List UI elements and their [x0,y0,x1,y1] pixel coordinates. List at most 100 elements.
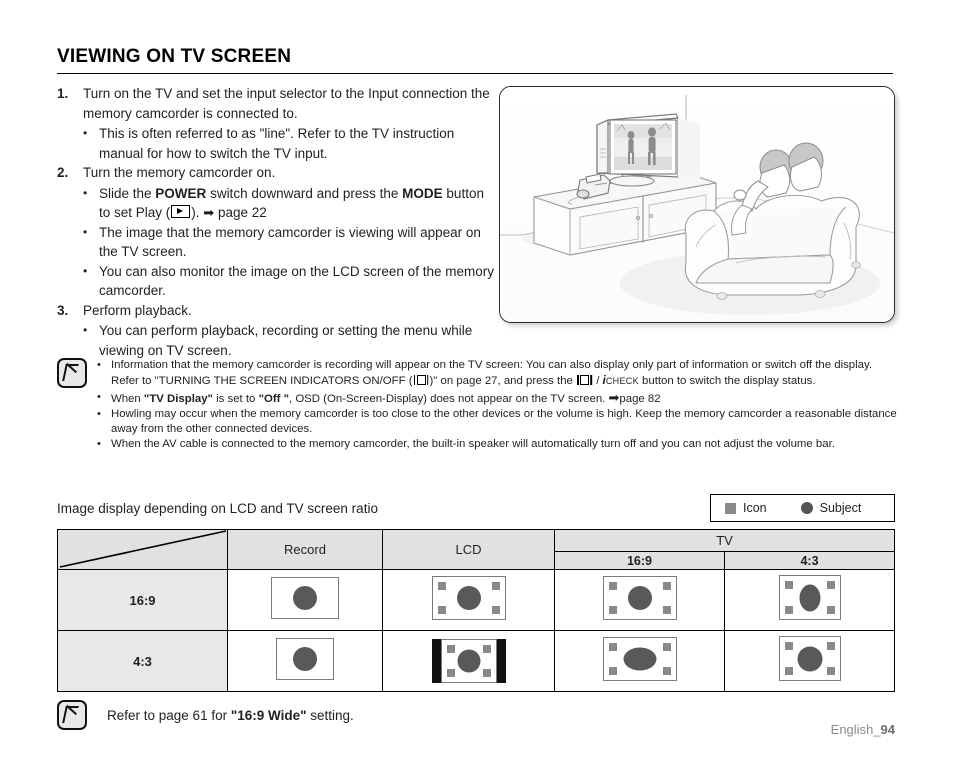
emphasis-text: "16:9 Wide" [230,707,307,723]
bullet-icon: • [97,407,101,420]
note-bullet-text: When "TV Display" is set to "Off ", OSD … [111,390,897,407]
subject-blob [456,585,481,610]
check-label: CHECK [605,376,639,387]
instruction-step: 2. Turn the memory camcorder on. [57,163,497,183]
bullet-icon: • [97,359,101,371]
screen-graphic [276,637,334,680]
sub-bullet-text: Slide the POWER switch downward and pres… [99,184,497,223]
step-sub-bullet: • The image that the memory camcorder is … [83,223,497,262]
table-corner-cell [57,529,228,570]
note-bullet-text: When the AV cable is connected to the me… [111,437,897,452]
icon-marker [826,667,835,675]
table-header-lcd: LCD [382,529,555,570]
table-header-tv-43: 4:3 [724,551,895,570]
text-run: switch downward and press the [206,185,403,201]
ratio-table: Record LCD TV 16:9 4:3 16:9 4:3 [57,529,895,692]
row-label-169: 16:9 [57,569,228,631]
icon-marker [784,667,793,675]
diagonal-divider-icon [59,530,227,568]
step-text: Turn on the TV and set the input selecto… [83,86,490,121]
screen-graphic [602,636,677,681]
text-run: This is often referred to as "line". Ref… [99,126,455,161]
icon-marker [482,645,491,653]
subject-blob [293,585,317,610]
text-run: Howling may occur when the memory camcor… [111,407,897,436]
note-icon [57,358,87,388]
note-bullet-list: • Information that the memory camcorder i… [97,358,897,453]
note-block-top: • Information that the memory camcorder i… [57,358,897,453]
text-run: )" on page 27, and press the [429,375,577,388]
text-run: setting. [306,707,354,723]
screen-graphic [271,576,339,619]
text-run: You can also monitor the image on the LC… [99,263,494,299]
text-run: page 82 [619,392,661,405]
text-run: ). [191,205,204,220]
step-sub-bullet: • Slide the POWER switch downward and pre… [83,184,497,223]
illustration-svg [500,87,894,322]
table-row: 16:9 [57,569,895,631]
text-run: button to switch the display status. [638,375,816,388]
legend-icon-label: Icon [743,501,767,515]
subject-blob [799,584,820,611]
text-run: , OSD (On-Screen-Display) does not appea… [288,392,609,405]
table-header-tv-169: 16:9 [554,551,725,570]
screen-graphic [431,575,506,620]
icon-marker [482,669,491,677]
icon-marker [608,605,617,614]
text-run: is set to [212,392,259,405]
sub-bullet-text: The image that the memory camcorder is v… [99,223,497,262]
instruction-step: 1. Turn on the TV and set the input selec… [57,84,497,123]
cell-tv43-43 [724,630,895,692]
icon-marker [662,581,671,590]
bullet-icon: • [83,323,88,337]
emphasis-text: POWER [155,185,207,201]
bullet-icon: • [97,390,101,403]
icon-marker [491,581,500,590]
legend-icon-entry: Icon [711,501,767,515]
icon-marker [437,581,446,590]
cell-lcd-169 [382,569,555,631]
arrow-right-icon: ➡ [608,389,620,405]
icon-marker [784,642,793,650]
cell-record-169 [227,569,383,631]
text-run: page 22 [214,205,267,220]
text-run: When the AV cable is connected to the me… [111,438,835,451]
step-number: 2. [57,165,69,180]
note-bullet: • When the AV cable is connected to the m… [97,437,897,452]
icon-marker [784,581,793,589]
subject-blob [293,646,317,671]
emphasis-text: MODE [402,185,443,201]
note-block-footer: Refer to page 61 for "16:9 Wide" setting… [57,700,354,730]
text-run: / [593,375,603,388]
screen-graphic [602,575,677,620]
screen-graphic [440,639,497,683]
sub-bullet-text: This is often referred to as "line". Ref… [99,124,497,163]
page-number: English_94 [831,722,895,737]
step-sub-bullet: • This is often referred to as "line". Re… [83,124,497,163]
note-bullet: • Information that the memory camcorder i… [97,358,897,390]
cell-record-43 [227,630,383,692]
subject-blob [623,647,656,670]
text-run: The image that the memory camcorder is v… [99,224,481,260]
bullet-icon: • [83,185,88,200]
square-icon [725,502,736,514]
bullet-icon: • [83,263,88,278]
legend-subject-label: Subject [819,501,862,515]
icon-marker [662,666,671,675]
instruction-step: 3. Perform playback. [57,301,497,321]
bullet-icon: • [83,126,88,140]
cell-tv43-169 [724,569,895,631]
subject-blob [457,649,480,673]
row-label-43: 4:3 [57,630,228,692]
text-run: You can perform playback, recording or s… [99,323,473,358]
page-title: VIEWING ON TV SCREEN [57,46,893,74]
icon-marker [608,581,617,590]
table-header-tv: TV [554,529,895,552]
step-sub-bullet: • You can also monitor the image on the L… [83,262,497,301]
note-bullet: • Howling may occur when the memory camco… [97,407,897,438]
cell-tv169-169 [554,569,725,631]
text-run: Slide the [99,185,156,201]
emphasis-text: "TV Display" [143,392,213,405]
cell-lcd-43 [382,630,555,692]
table-header-record: Record [227,529,383,570]
